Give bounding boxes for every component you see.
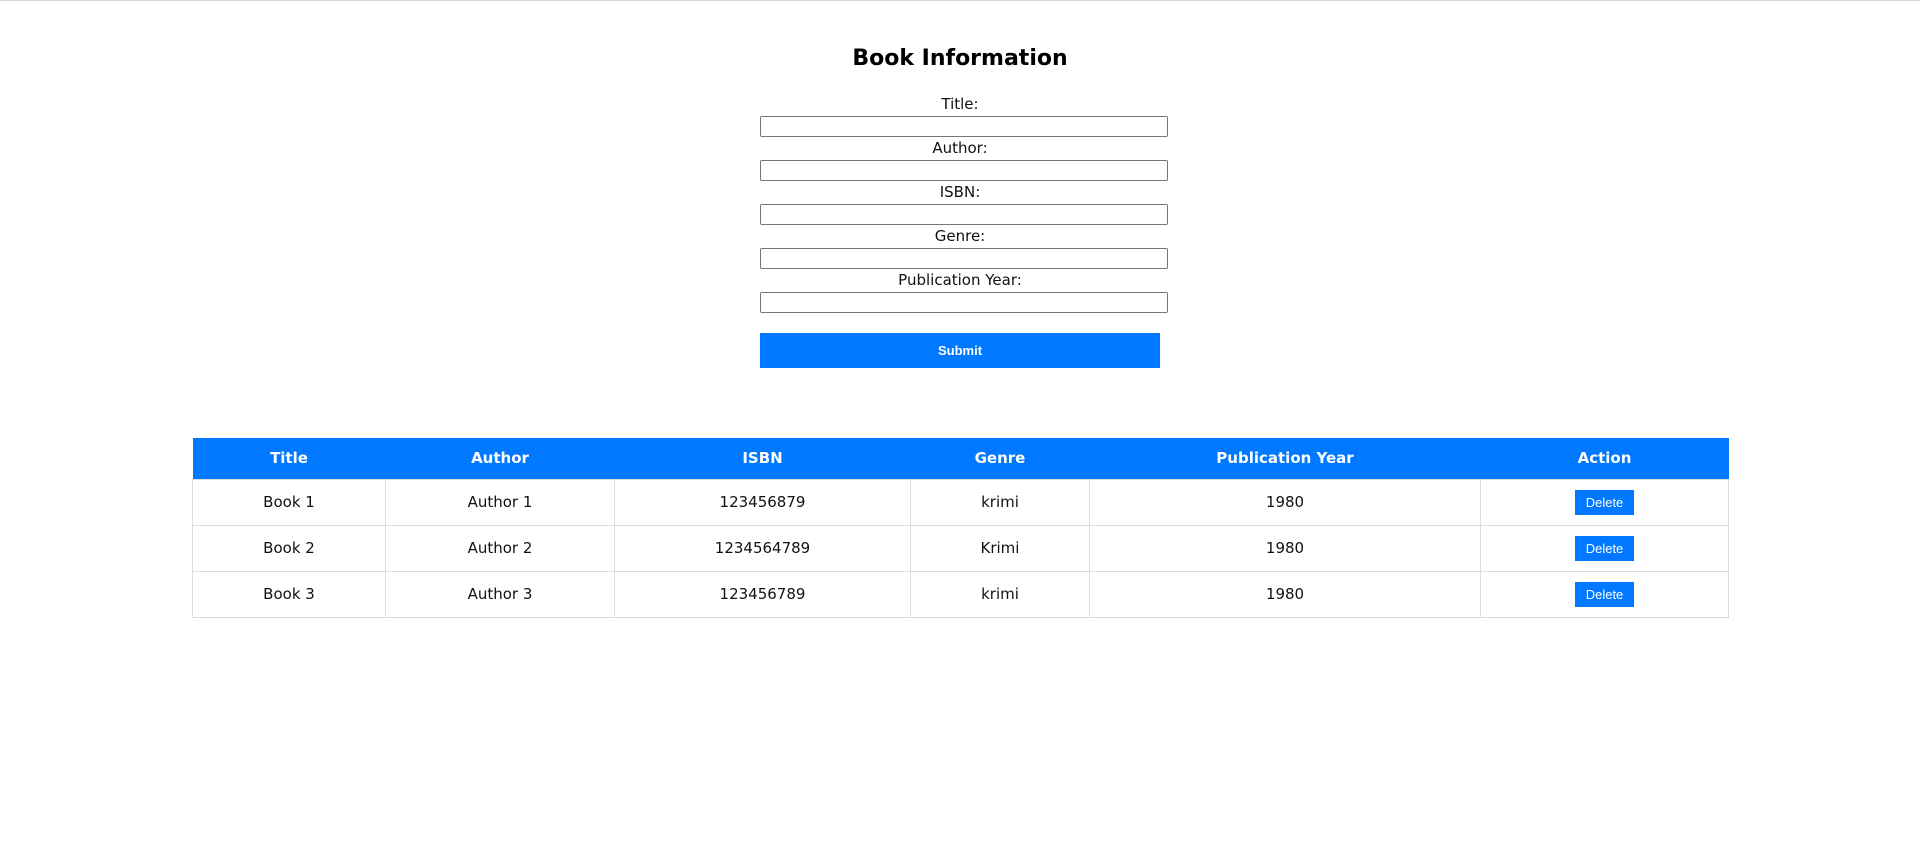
cell-action: Delete: [1480, 524, 1729, 572]
form-title: Book Information: [852, 46, 1068, 71]
publication-year-label: Publication Year:: [898, 271, 1022, 289]
delete-button[interactable]: Delete: [1575, 581, 1634, 607]
header-publication-year: Publication Year: [1089, 438, 1481, 479]
cell-action: Delete: [1480, 570, 1729, 618]
isbn-input[interactable]: [760, 204, 1168, 225]
submit-button[interactable]: Submit: [760, 333, 1160, 368]
cell-author: Author 2: [385, 524, 615, 572]
books-table: Title Author ISBN Genre Publication Year…: [192, 438, 1729, 618]
cell-author: Author 1: [385, 478, 615, 526]
genre-input[interactable]: [760, 248, 1168, 269]
header-genre: Genre: [910, 438, 1090, 479]
publication-year-input[interactable]: [760, 292, 1168, 313]
header-isbn: ISBN: [614, 438, 911, 479]
author-label: Author:: [932, 139, 988, 157]
cell-isbn: 123456879: [614, 478, 911, 526]
cell-title: Book 3: [192, 570, 386, 618]
title-label: Title:: [941, 95, 979, 113]
table-header-row: Title Author ISBN Genre Publication Year…: [192, 438, 1729, 479]
header-author: Author: [385, 438, 615, 479]
table-row: Book 1 Author 1 123456879 krimi 1980 Del…: [192, 478, 1729, 526]
cell-title: Book 1: [192, 478, 386, 526]
books-table-container: Title Author ISBN Genre Publication Year…: [192, 438, 1729, 618]
cell-isbn: 1234564789: [614, 524, 911, 572]
delete-button[interactable]: Delete: [1575, 489, 1634, 515]
author-input[interactable]: [760, 160, 1168, 181]
cell-action: Delete: [1480, 478, 1729, 526]
title-input[interactable]: [760, 116, 1168, 137]
delete-button[interactable]: Delete: [1575, 535, 1634, 561]
cell-publication-year: 1980: [1089, 524, 1481, 572]
cell-genre: krimi: [910, 478, 1090, 526]
cell-genre: krimi: [910, 570, 1090, 618]
cell-isbn: 123456789: [614, 570, 911, 618]
cell-author: Author 3: [385, 570, 615, 618]
cell-publication-year: 1980: [1089, 478, 1481, 526]
table-row: Book 3 Author 3 123456789 krimi 1980 Del…: [192, 570, 1729, 618]
top-divider: [0, 0, 1920, 1]
header-title: Title: [192, 438, 386, 479]
cell-title: Book 2: [192, 524, 386, 572]
table-row: Book 2 Author 2 1234564789 Krimi 1980 De…: [192, 524, 1729, 572]
isbn-label: ISBN:: [939, 183, 981, 201]
cell-publication-year: 1980: [1089, 570, 1481, 618]
header-action: Action: [1480, 438, 1729, 479]
genre-label: Genre:: [934, 227, 986, 245]
cell-genre: Krimi: [910, 524, 1090, 572]
